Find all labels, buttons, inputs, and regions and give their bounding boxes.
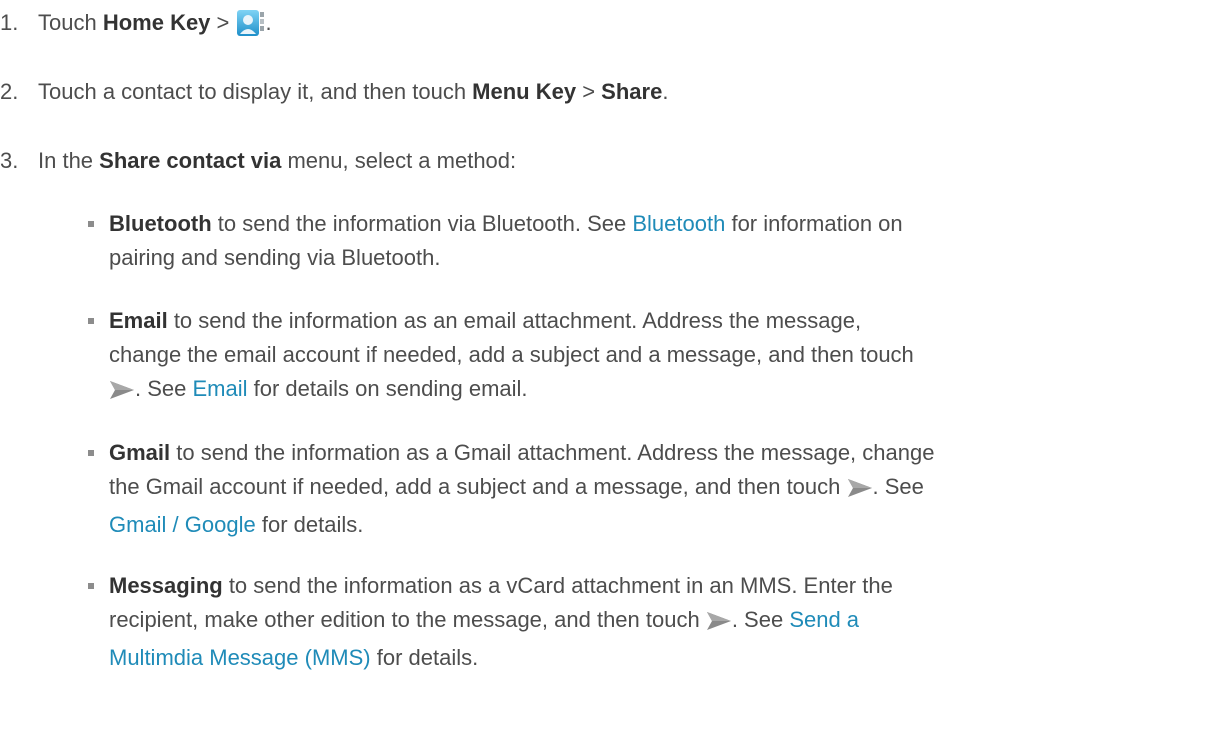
period: . — [662, 79, 669, 104]
gmail-google-link[interactable]: Gmail / Google — [109, 512, 256, 537]
step-text: In the — [38, 148, 100, 173]
text: recipient, make other edition to the mes… — [109, 607, 706, 632]
text: for information on — [725, 211, 903, 236]
bullet-marker — [88, 221, 94, 227]
contacts-app-icon — [236, 8, 266, 48]
text: to send the information as a vCard attac… — [222, 573, 893, 598]
step-text: menu, select a method: — [281, 148, 517, 173]
bullet-email: Email to send the information as an emai… — [109, 304, 1214, 410]
separator: > — [210, 10, 236, 35]
text: to send the information as an email atta… — [167, 308, 862, 333]
period: . — [265, 10, 272, 35]
text: for details. — [370, 645, 479, 670]
share-label: Share — [601, 79, 663, 104]
share-contact-via-label: Share contact via — [99, 148, 282, 173]
separator: > — [576, 79, 602, 104]
step-number: 1. — [0, 10, 19, 35]
text: . See — [872, 474, 924, 499]
bullet-marker — [88, 583, 94, 589]
bullet-messaging: Messaging to send the information as a v… — [109, 569, 1214, 675]
step-number: 2. — [0, 79, 19, 104]
send-icon — [109, 376, 135, 410]
home-key-label: Home Key — [102, 10, 211, 35]
bullet-marker — [88, 450, 94, 456]
messaging-title: Messaging — [109, 573, 223, 598]
text: for details. — [255, 512, 364, 537]
bluetooth-title: Bluetooth — [109, 211, 212, 236]
step-text: Touch — [38, 10, 103, 35]
menu-key-label: Menu Key — [472, 79, 577, 104]
send-mms-link[interactable]: Multimdia Message (MMS) — [109, 645, 371, 670]
text: . See — [731, 607, 790, 632]
text: to send the information as a Gmail attac… — [170, 440, 935, 465]
email-link[interactable]: Email — [192, 376, 247, 401]
send-mms-link[interactable]: Send a — [789, 607, 859, 632]
step-number: 3. — [0, 148, 19, 173]
text: the Gmail account if needed, add a subje… — [109, 474, 847, 499]
step-2: 2. Touch a contact to display it, and the… — [0, 75, 668, 109]
text: for details on sending email. — [247, 376, 528, 401]
bullet-gmail: Gmail to send the information as a Gmail… — [109, 436, 1214, 542]
gmail-title: Gmail — [109, 440, 171, 465]
step-1: 1. Touch Home Key > . — [0, 6, 272, 48]
email-title: Email — [109, 308, 168, 333]
send-icon — [847, 474, 873, 508]
bullet-marker — [88, 318, 94, 324]
step-3: 3. In the Share contact via menu, select … — [0, 144, 516, 178]
bluetooth-link[interactable]: Bluetooth — [632, 211, 725, 236]
text: pairing and sending via Bluetooth. — [109, 245, 441, 270]
send-icon — [706, 607, 732, 641]
text: to send the information via Bluetooth. S… — [211, 211, 633, 236]
text: change the email account if needed, add … — [109, 342, 914, 367]
text: . See — [135, 376, 193, 401]
step-text: Touch a contact to display it, and then … — [38, 79, 473, 104]
bullet-bluetooth: Bluetooth to send the information via Bl… — [109, 207, 1214, 275]
